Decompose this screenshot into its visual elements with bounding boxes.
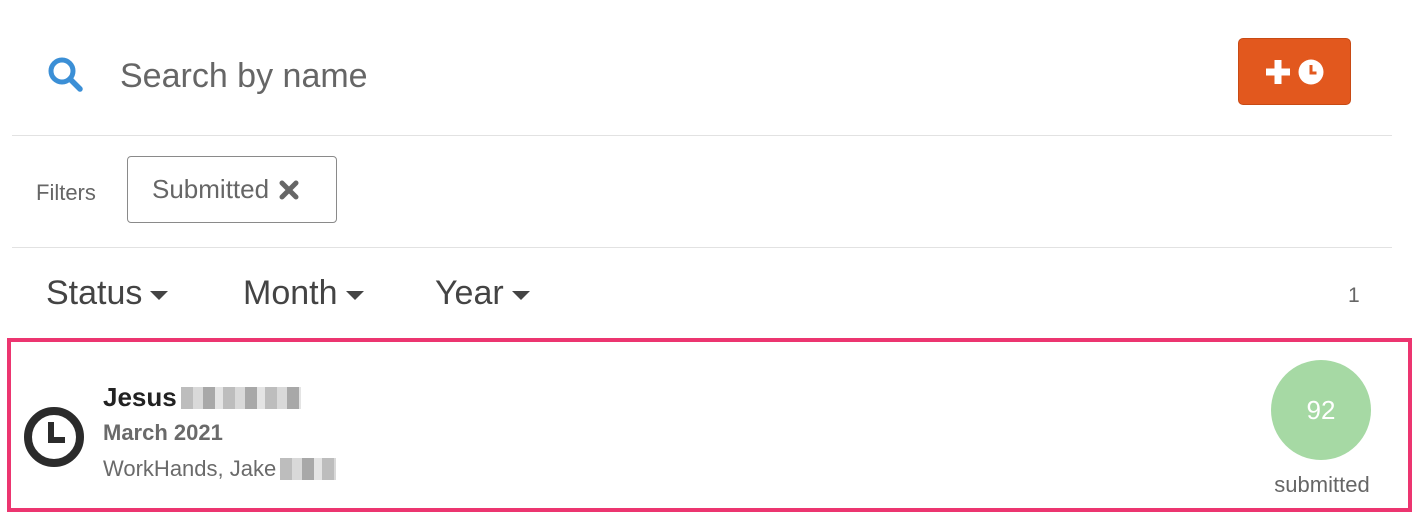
status-badge: submitted (1274, 472, 1370, 497)
chevron-down-icon (345, 291, 364, 300)
list-item[interactable]: Jesus March 2021 WorkHands, Jake 92 subm… (7, 338, 1412, 512)
plus-icon (1265, 59, 1290, 84)
close-icon[interactable] (279, 180, 299, 200)
status-dropdown-label: Status (46, 274, 143, 312)
search-input[interactable] (120, 48, 1020, 104)
search-icon[interactable] (46, 55, 86, 95)
result-count: 1 (1348, 284, 1360, 307)
score-badge: 92 (1271, 360, 1371, 460)
month-dropdown[interactable]: Month (243, 274, 364, 313)
timesheet-period: March 2021 (103, 420, 223, 445)
item-meta-row: WorkHands, Jake (103, 456, 337, 482)
company-manager: WorkHands, Jake (103, 456, 277, 481)
item-name-row: Jesus (103, 382, 301, 413)
employee-name: Jesus (103, 382, 177, 412)
redacted-surname (180, 386, 301, 409)
timesheet-page: Filters Submitted Status Month Year 1 Je… (0, 0, 1416, 528)
filters-label: Filters (36, 180, 96, 205)
clock-icon (24, 407, 84, 467)
year-dropdown-label: Year (435, 274, 504, 312)
redacted-manager-surname (280, 458, 337, 480)
search-bar (12, 0, 1392, 136)
year-dropdown[interactable]: Year (435, 274, 530, 313)
filters-bar: Filters Submitted (12, 136, 1392, 248)
status-dropdown[interactable]: Status (46, 274, 169, 313)
clock-icon (1298, 59, 1323, 84)
add-timesheet-button[interactable] (1238, 38, 1351, 105)
chevron-down-icon (150, 291, 169, 300)
chevron-down-icon (511, 291, 530, 300)
filter-chip-submitted[interactable]: Submitted (127, 156, 337, 223)
filter-chip-label: Submitted (152, 174, 270, 204)
month-dropdown-label: Month (243, 274, 338, 312)
